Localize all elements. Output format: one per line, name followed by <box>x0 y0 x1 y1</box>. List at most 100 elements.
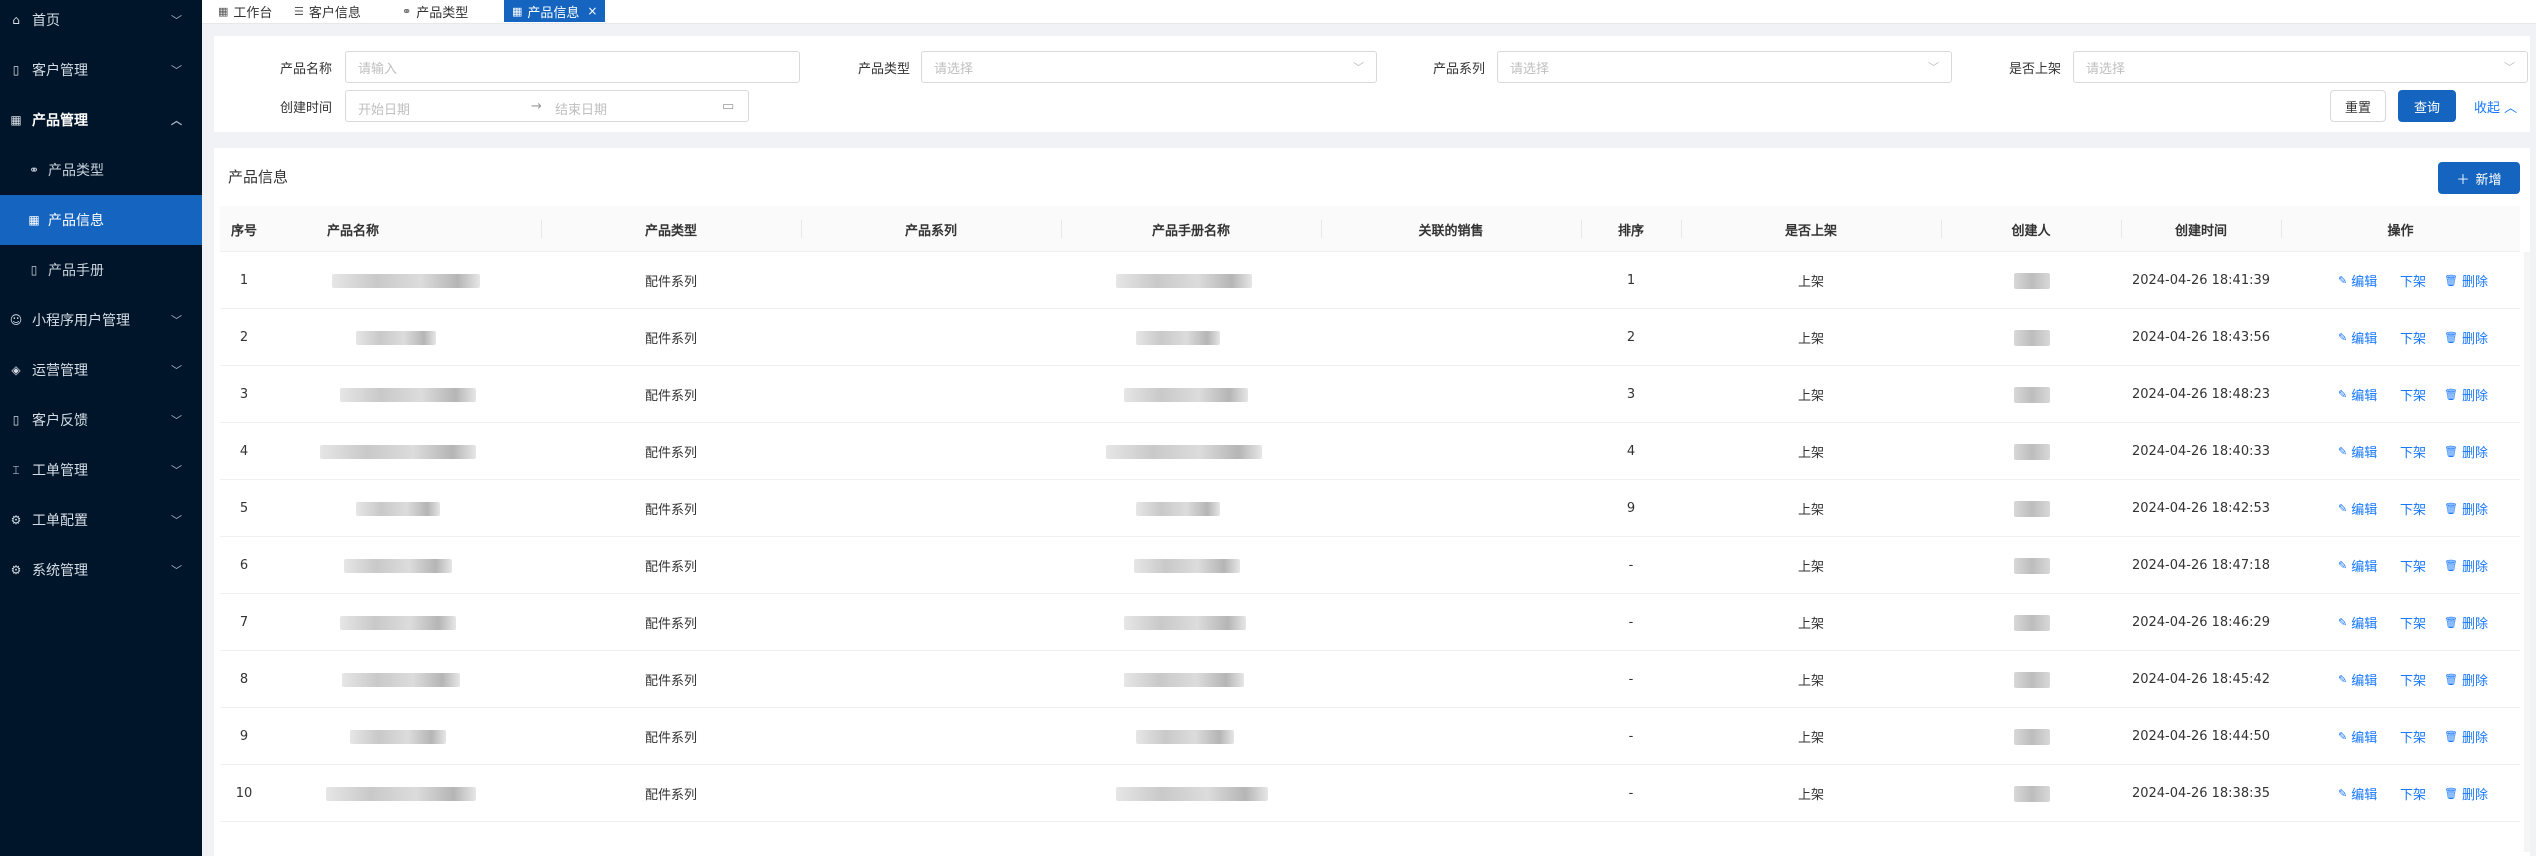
edit-button[interactable]: ✎ 编辑 <box>2338 765 2377 822</box>
trash-icon: 🗑 <box>2444 388 2458 401</box>
delete-button[interactable]: 🗑 删除 <box>2444 708 2488 765</box>
cell-manual-name-redacted <box>1124 616 1246 630</box>
edit-button[interactable]: ✎ 编辑 <box>2338 708 2377 765</box>
cell-manual-name-redacted <box>1116 274 1252 288</box>
product-type-label: 产品类型 <box>858 62 911 77</box>
edit-button[interactable]: ✎ 编辑 <box>2338 366 2377 423</box>
sidebar-item-feedback[interactable]: ▯ 客户反馈 ﹀ <box>0 400 202 440</box>
reset-button[interactable]: 重置 <box>2330 90 2386 122</box>
sidebar-subitem-product-info[interactable]: ▦ 产品信息 <box>0 195 202 245</box>
sidebar-item-home[interactable]: ⌂ 首页 ﹀ <box>0 0 202 40</box>
edit-icon: ✎ <box>2338 502 2348 515</box>
delete-button[interactable]: 🗑 删除 <box>2444 480 2488 537</box>
cell-created-time: 2024-04-26 18:47:18 <box>2131 558 2271 573</box>
offline-label: 下架 <box>2400 446 2427 461</box>
offline-button[interactable]: 下架 <box>2400 708 2426 765</box>
created-time-range[interactable]: 开始日期 → 结束日期 ▭ <box>345 90 749 122</box>
cell-manual-name-redacted <box>1106 445 1262 459</box>
edit-button[interactable]: ✎ 编辑 <box>2338 651 2377 708</box>
delete-label: 删除 <box>2461 788 2488 803</box>
delete-button[interactable]: 🗑 删除 <box>2444 594 2488 651</box>
offline-label: 下架 <box>2400 731 2427 746</box>
close-icon[interactable]: × <box>587 4 597 18</box>
sidebar-item-ticket[interactable]: ⌶ 工单管理 ﹀ <box>0 450 202 490</box>
product-icon: ▦ <box>10 113 22 127</box>
sidebar-item-operation[interactable]: ◈ 运营管理 ﹀ <box>0 350 202 390</box>
offline-button[interactable]: 下架 <box>2400 480 2426 537</box>
trash-icon: 🗑 <box>2444 445 2458 458</box>
vertical-scrollbar[interactable] <box>2524 252 2530 852</box>
delete-button[interactable]: 🗑 删除 <box>2444 309 2488 366</box>
query-button[interactable]: 查询 <box>2398 90 2456 122</box>
offline-label: 下架 <box>2400 275 2427 290</box>
chevron-down-icon: ﹀ <box>2504 61 2515 74</box>
offline-button[interactable]: 下架 <box>2400 765 2426 822</box>
offline-button[interactable]: 下架 <box>2400 594 2426 651</box>
cell-created-time: 2024-04-26 18:46:29 <box>2131 615 2271 630</box>
edit-button[interactable]: ✎ 编辑 <box>2338 252 2377 309</box>
edit-button[interactable]: ✎ 编辑 <box>2338 309 2377 366</box>
edit-icon: ✎ <box>2338 331 2348 344</box>
column-header-creator: 创建人 <box>2011 223 2051 239</box>
cell-creator-redacted <box>2014 729 2050 745</box>
tab-workbench[interactable]: ▦ 工作台 <box>218 0 272 22</box>
offline-button[interactable]: 下架 <box>2400 651 2426 708</box>
sidebar-item-product[interactable]: ▦ 产品管理 ︿ <box>0 100 202 140</box>
offline-button[interactable]: 下架 <box>2400 423 2426 480</box>
add-button[interactable]: ＋ 新增 <box>2438 162 2520 194</box>
column-header-manual-name: 产品手册名称 <box>1151 223 1230 239</box>
sidebar-item-system[interactable]: ⚙ 系统管理 ﹀ <box>0 550 202 590</box>
delete-button[interactable]: 🗑 删除 <box>2444 537 2488 594</box>
arrow-right-icon: → <box>531 99 542 114</box>
table-row: 7 配件系列 - 上架 2024-04-26 18:46:29 ✎ 编辑 下架 🗑 删除 <box>220 594 2520 651</box>
offline-button[interactable]: 下架 <box>2400 309 2426 366</box>
config-icon: ⚙ <box>10 513 22 527</box>
sidebar-item-customer[interactable]: ▯ 客户管理 ﹀ <box>0 50 202 90</box>
offline-label: 下架 <box>2400 332 2427 347</box>
delete-button[interactable]: 🗑 删除 <box>2444 765 2488 822</box>
collapse-button[interactable]: 收起 ︿ <box>2474 97 2517 116</box>
edit-button[interactable]: ✎ 编辑 <box>2338 537 2377 594</box>
sidebar-subitem-product-manual[interactable]: ▯ 产品手册 <box>0 245 202 295</box>
link-icon: ⚭ <box>28 163 40 177</box>
sidebar-item-miniapp-users[interactable]: ☺ 小程序用户管理 ﹀ <box>0 300 202 340</box>
delete-label: 删除 <box>2461 332 2488 347</box>
delete-button[interactable]: 🗑 删除 <box>2444 252 2488 309</box>
cell-product-type: 配件系列 <box>644 332 697 347</box>
edit-icon: ✎ <box>2338 787 2348 800</box>
edit-button[interactable]: ✎ 编辑 <box>2338 480 2377 537</box>
delete-button[interactable]: 🗑 删除 <box>2444 651 2488 708</box>
edit-icon: ✎ <box>2338 388 2348 401</box>
sidebar-item-ticket-config[interactable]: ⚙ 工单配置 ﹀ <box>0 500 202 540</box>
delete-button[interactable]: 🗑 删除 <box>2444 366 2488 423</box>
trash-icon: 🗑 <box>2444 787 2458 800</box>
cell-manual-name-redacted <box>1116 787 1268 801</box>
cell-no: 5 <box>239 501 249 516</box>
cell-no: 9 <box>239 729 249 744</box>
is-listed-select[interactable]: 请选择 ﹀ <box>2073 51 2528 83</box>
edit-icon: ✎ <box>2338 445 2348 458</box>
trash-icon: 🗑 <box>2444 616 2458 629</box>
product-type-select[interactable]: 请选择 ﹀ <box>921 51 1377 83</box>
edit-label: 编辑 <box>2351 503 2378 518</box>
edit-button[interactable]: ✎ 编辑 <box>2338 423 2377 480</box>
tab-product-type[interactable]: ⚭ 产品类型 <box>402 0 468 22</box>
delete-button[interactable]: 🗑 删除 <box>2444 423 2488 480</box>
cell-product-type: 配件系列 <box>644 731 697 746</box>
sidebar-subitem-label: 产品手册 <box>48 263 104 279</box>
product-name-input[interactable]: 请输入 <box>345 51 800 83</box>
chevron-down-icon: ﹀ <box>171 14 182 27</box>
offline-button[interactable]: 下架 <box>2400 366 2426 423</box>
sidebar-subitem-product-type[interactable]: ⚭ 产品类型 <box>0 145 202 195</box>
edit-button[interactable]: ✎ 编辑 <box>2338 594 2377 651</box>
tab-label: 工作台 <box>233 5 273 21</box>
cell-sort: - <box>1628 786 1634 801</box>
product-series-select[interactable]: 请选择 ﹀ <box>1497 51 1952 83</box>
tab-customer-info[interactable]: ☰ 客户信息 <box>294 0 361 22</box>
cell-no: 10 <box>235 786 253 801</box>
offline-button[interactable]: 下架 <box>2400 252 2426 309</box>
offline-button[interactable]: 下架 <box>2400 537 2426 594</box>
offline-label: 下架 <box>2400 788 2427 803</box>
table-row: 10 配件系列 - 上架 2024-04-26 18:38:35 ✎ 编辑 下架 🗑 删除 <box>220 765 2520 822</box>
tab-product-info[interactable]: ▦ 产品信息 × <box>504 0 606 22</box>
